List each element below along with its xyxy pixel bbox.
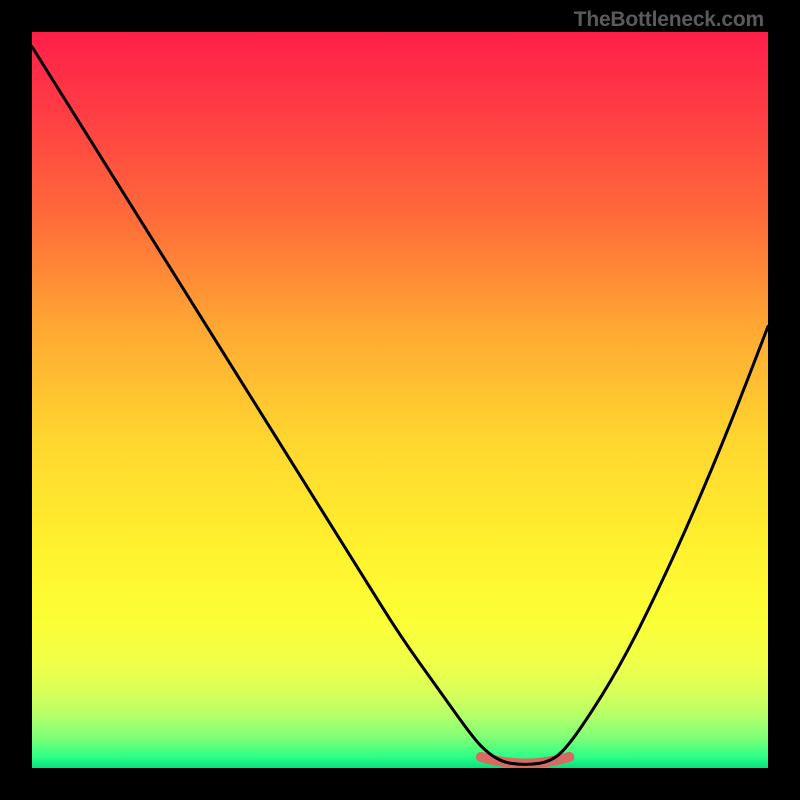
plot-area [32,32,768,768]
curve-layer [32,32,768,768]
chart-frame: TheBottleneck.com [0,0,800,800]
bottleneck-curve [32,47,768,765]
watermark-text: TheBottleneck.com [574,8,764,32]
